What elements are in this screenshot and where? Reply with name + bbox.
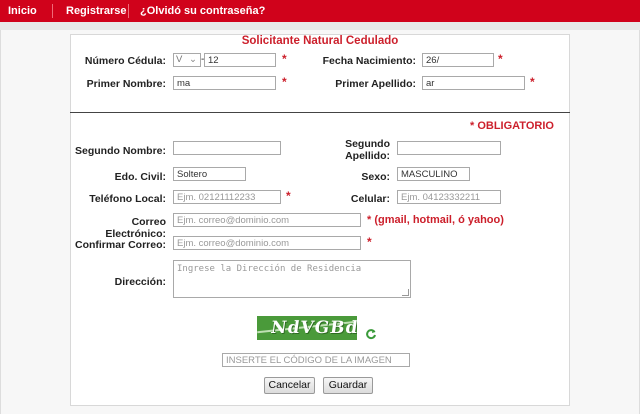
sexo-label: Sexo: [361, 171, 390, 183]
required-marker: * [286, 189, 291, 203]
segundo-apellido-label-line1: Segundo [345, 138, 390, 150]
required-marker: * [282, 52, 287, 66]
nav-separator [128, 4, 129, 18]
direccion-placeholder: Ingrese la Dirección de Residencia [177, 264, 362, 274]
celular-input[interactable]: Ejm. 04123332211 [397, 190, 501, 204]
obligatorio-note: * OBLIGATORIO [470, 120, 554, 132]
nav-link-registrarse[interactable]: Registrarse [66, 5, 127, 17]
cedula-prefix-select[interactable]: V ⌄ [173, 53, 201, 67]
confirmar-correo-label: Confirmar Correo: [74, 239, 166, 251]
primer-apellido-label: Primer Apellido: [335, 78, 416, 90]
primer-apellido-input[interactable]: ar [422, 76, 525, 90]
fecha-nacimiento-input[interactable]: 26/ [422, 53, 494, 67]
nav-link-olvido-contrasena[interactable]: ¿Olvidó su contraseña? [140, 5, 265, 17]
cedula-input[interactable]: 12 [204, 53, 276, 67]
captcha-input[interactable]: INSERTE EL CÓDIGO DE LA IMAGEN [222, 353, 410, 367]
correo-provider-note: * (gmail, hotmail, ó yahoo) [367, 214, 504, 226]
edo-civil-select[interactable]: Soltero [173, 167, 246, 181]
refresh-icon[interactable] [365, 328, 377, 340]
captcha-text: NdVGBd [269, 318, 357, 338]
cedula-prefix-value: V [176, 54, 183, 65]
required-marker: * [530, 75, 535, 89]
form-title: Solicitante Natural Cedulado [241, 35, 399, 47]
cancel-button[interactable]: Cancelar [264, 377, 315, 394]
section-divider [70, 112, 570, 113]
segundo-nombre-input[interactable] [173, 141, 281, 155]
nav-link-inicio[interactable]: Inicio [8, 5, 37, 17]
telefono-local-input[interactable]: Ejm. 02121112233 [173, 190, 281, 204]
nav-separator [52, 4, 53, 18]
save-button[interactable]: Guardar [323, 377, 373, 394]
required-marker: * [367, 235, 372, 249]
confirmar-correo-input[interactable]: Ejm. correo@dominio.com [173, 236, 361, 250]
cedula-label: Número Cédula: [84, 55, 166, 67]
correo-label: Correo Electrónico: [105, 216, 166, 240]
edo-civil-label: Edo. Civil: [114, 171, 166, 183]
segundo-apellido-label-line2: Apellido: [345, 150, 390, 162]
correo-input[interactable]: Ejm. correo@dominio.com [173, 213, 361, 227]
required-marker: * [282, 75, 287, 89]
direccion-textarea[interactable]: Ingrese la Dirección de Residencia [173, 260, 411, 298]
top-navigation-bar: Inicio Registrarse ¿Olvidó su contraseña… [0, 0, 640, 22]
telefono-local-label: Teléfono Local: [89, 193, 166, 205]
chevron-down-icon: ⌄ [189, 54, 197, 65]
segundo-nombre-label: Segundo Nombre: [75, 145, 166, 157]
resize-handle-icon[interactable] [402, 289, 409, 296]
fecha-nacimiento-label: Fecha Nacimiento: [322, 55, 416, 67]
celular-label: Celular: [350, 193, 390, 205]
captcha-image: NdVGBd [257, 316, 357, 340]
segundo-apellido-input[interactable] [397, 141, 501, 155]
primer-nombre-label: Primer Nombre: [86, 78, 166, 90]
sexo-select[interactable]: MASCULINO [397, 167, 470, 181]
required-marker: * [498, 52, 503, 66]
direccion-label: Dirección: [114, 276, 166, 288]
primer-nombre-input[interactable]: ma [173, 76, 276, 90]
segundo-apellido-label: Segundo Apellido: [320, 138, 390, 162]
sub-header-bar [0, 22, 640, 30]
